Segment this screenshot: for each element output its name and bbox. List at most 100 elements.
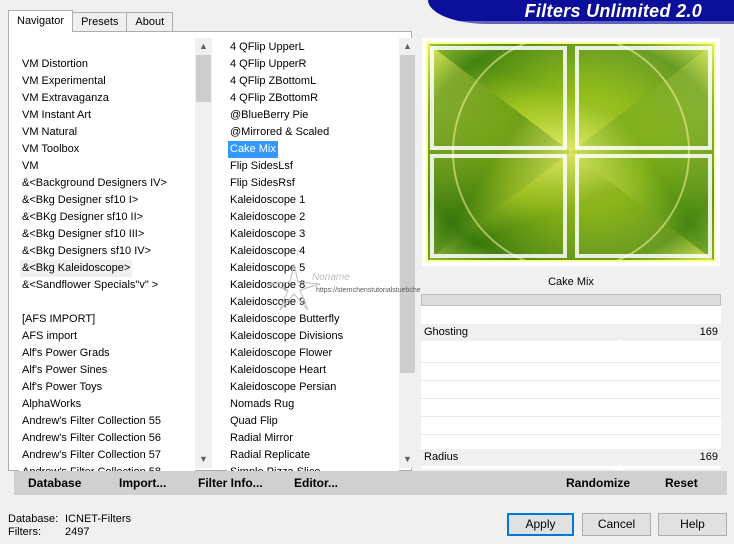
list-item-label: VM Experimental <box>22 75 106 87</box>
list-item[interactable]: VM <box>19 158 195 175</box>
list-item[interactable]: @Mirrored & Scaled <box>227 124 399 141</box>
list-item[interactable]: Kaleidoscope Divisions <box>227 328 399 345</box>
selected-filter-name: Cake Mix <box>421 270 721 294</box>
list-item[interactable]: &<Bkg Designer sf10 I> <box>19 192 195 209</box>
list-item[interactable]: &<BKg Designer sf10 II> <box>19 209 195 226</box>
list-item[interactable]: VM Extravaganza <box>19 90 195 107</box>
list-item[interactable]: Kaleidoscope Heart <box>227 362 399 379</box>
list-item[interactable]: Andrew's Filter Collection 56 <box>19 430 195 447</box>
list-item-label: Andrew's Filter Collection 57 <box>22 449 162 461</box>
apply-button[interactable]: Apply <box>507 513 574 536</box>
empty-slot <box>421 398 721 399</box>
slider-label: Ghosting <box>424 326 469 338</box>
import-button[interactable]: Import... <box>119 471 166 495</box>
tab-about[interactable]: About <box>126 12 174 32</box>
filter-info-button[interactable]: Filter Info... <box>198 471 263 495</box>
list-item[interactable]: Kaleidoscope Persian <box>227 379 399 396</box>
filters-count-value: 2497 <box>65 526 90 538</box>
list-item[interactable]: Andrew's Filter Collection 55 <box>19 413 195 430</box>
list-item[interactable]: Alf's Power Grads <box>19 345 195 362</box>
randomize-button[interactable]: Randomize <box>566 471 630 495</box>
list-item-label: Kaleidoscope 2 <box>230 211 306 223</box>
list-item-label: @Mirrored & Scaled <box>230 126 330 138</box>
editor-button[interactable]: Editor... <box>294 471 338 495</box>
filter-scroll-thumb[interactable] <box>400 55 415 373</box>
category-scrollbar[interactable]: ▲ ▼ <box>195 38 212 468</box>
category-list[interactable]: VM Distortion VM Experimental VM Extravaga… <box>19 56 195 494</box>
list-item[interactable]: AlphaWorks <box>19 396 195 413</box>
slider-knob-icon[interactable] <box>613 464 625 470</box>
list-item[interactable]: Kaleidoscope 3 <box>227 226 399 243</box>
list-item[interactable]: [AFS IMPORT] <box>19 311 195 328</box>
list-item[interactable]: Radial Replicate <box>227 447 399 464</box>
filter-list[interactable]: 4 QFlip UpperL 4 QFlip UpperR 4 QFlip ZBot… <box>227 39 399 494</box>
list-item[interactable]: VM Distortion <box>19 56 195 73</box>
slider-track[interactable] <box>421 466 721 469</box>
list-item[interactable]: AFS import <box>19 328 195 345</box>
list-item[interactable]: &<Sandflower Specials"v" > <box>19 277 195 294</box>
list-item[interactable]: Andrew's Filter Collection 57 <box>19 447 195 464</box>
cancel-button[interactable]: Cancel <box>582 513 651 536</box>
list-item[interactable]: Alf's Power Sines <box>19 362 195 379</box>
list-item[interactable]: Kaleidoscope 1 <box>227 192 399 209</box>
import-label: Import... <box>119 476 167 490</box>
database-button[interactable]: Database <box>28 471 81 495</box>
list-item[interactable]: Alf's Power Toys <box>19 379 195 396</box>
list-item-label: @BlueBerry Pie <box>230 109 309 121</box>
category-scroll-thumb[interactable] <box>196 55 211 102</box>
list-item-label: &<Bkg Designers sf10 IV> <box>22 245 152 257</box>
list-item-label: Kaleidoscope Divisions <box>230 330 344 342</box>
list-item[interactable]: Kaleidoscope 4 <box>227 243 399 260</box>
preview-image <box>426 42 716 262</box>
reset-label: Reset <box>665 476 698 490</box>
list-item-label: Kaleidoscope Heart <box>230 364 327 376</box>
tab-presets[interactable]: Presets <box>72 12 128 32</box>
list-item[interactable]: Quad Flip <box>227 413 399 430</box>
app-title: Filters Unlimited 2.0 <box>524 1 702 21</box>
filter-scrollbar[interactable]: ▲ ▼ <box>399 38 416 468</box>
scroll-up-icon[interactable]: ▲ <box>195 38 212 55</box>
list-item[interactable]: &<Bkg Designers sf10 IV> <box>19 243 195 260</box>
list-item[interactable]: Radial Mirror <box>227 430 399 447</box>
slider-knob-icon[interactable] <box>613 339 625 345</box>
list-item[interactable]: 4 QFlip UpperR <box>227 56 399 73</box>
list-item-label: VM Distortion <box>22 58 89 70</box>
scroll-down-icon[interactable]: ▼ <box>195 451 212 468</box>
list-item[interactable]: &<Bkg Designer sf10 III> <box>19 226 195 243</box>
empty-slot <box>421 416 721 417</box>
list-item-label: Andrew's Filter Collection 55 <box>22 415 162 427</box>
list-item[interactable]: &<Background Designers IV> <box>19 175 195 192</box>
list-item-label: VM Extravaganza <box>22 92 109 104</box>
database-info-value: ICNET-Filters <box>65 513 131 525</box>
list-item[interactable]: Nomads Rug <box>227 396 399 413</box>
slider-ghosting[interactable]: Ghosting 169 <box>421 324 721 345</box>
list-item[interactable]: @BlueBerry Pie <box>227 107 399 124</box>
list-item[interactable]: VM Natural <box>19 124 195 141</box>
scroll-up-icon[interactable]: ▲ <box>399 38 416 55</box>
slider-track[interactable] <box>421 341 721 344</box>
list-item[interactable]: 4 QFlip UpperL <box>227 39 399 56</box>
list-item[interactable]: VM Experimental <box>19 73 195 90</box>
list-item[interactable]: &<Bkg Kaleidoscope> <box>19 260 195 277</box>
reset-button[interactable]: Reset <box>665 471 698 495</box>
help-button[interactable]: Help <box>658 513 727 536</box>
list-item-label: &<Bkg Designer sf10 I> <box>22 194 139 206</box>
list-item-label: Flip SidesRsf <box>230 177 295 189</box>
list-item[interactable]: 4 QFlip ZBottomL <box>227 73 399 90</box>
list-item[interactable]: Cake Mix <box>227 141 399 158</box>
list-item[interactable]: VM Instant Art <box>19 107 195 124</box>
list-item-label: Radial Replicate <box>230 449 311 461</box>
tab-navigator[interactable]: Navigator <box>8 10 74 32</box>
list-item[interactable]: VM Toolbox <box>19 141 195 158</box>
scroll-down-icon[interactable]: ▼ <box>399 451 416 468</box>
list-item[interactable]: Kaleidoscope Butterfly <box>227 311 399 328</box>
list-item[interactable]: Flip SidesRsf <box>227 175 399 192</box>
list-item[interactable]: Flip SidesLsf <box>227 158 399 175</box>
list-item[interactable]: Kaleidoscope Flower <box>227 345 399 362</box>
list-item[interactable]: 4 QFlip ZBottomR <box>227 90 399 107</box>
list-item[interactable]: Kaleidoscope 8 <box>227 277 399 294</box>
list-item[interactable]: Kaleidoscope 5 <box>227 260 399 277</box>
list-item[interactable]: Kaleidoscope 2 <box>227 209 399 226</box>
list-item[interactable]: Kaleidoscope 9 <box>227 294 399 311</box>
slider-radius[interactable]: Radius 169 <box>421 449 721 470</box>
